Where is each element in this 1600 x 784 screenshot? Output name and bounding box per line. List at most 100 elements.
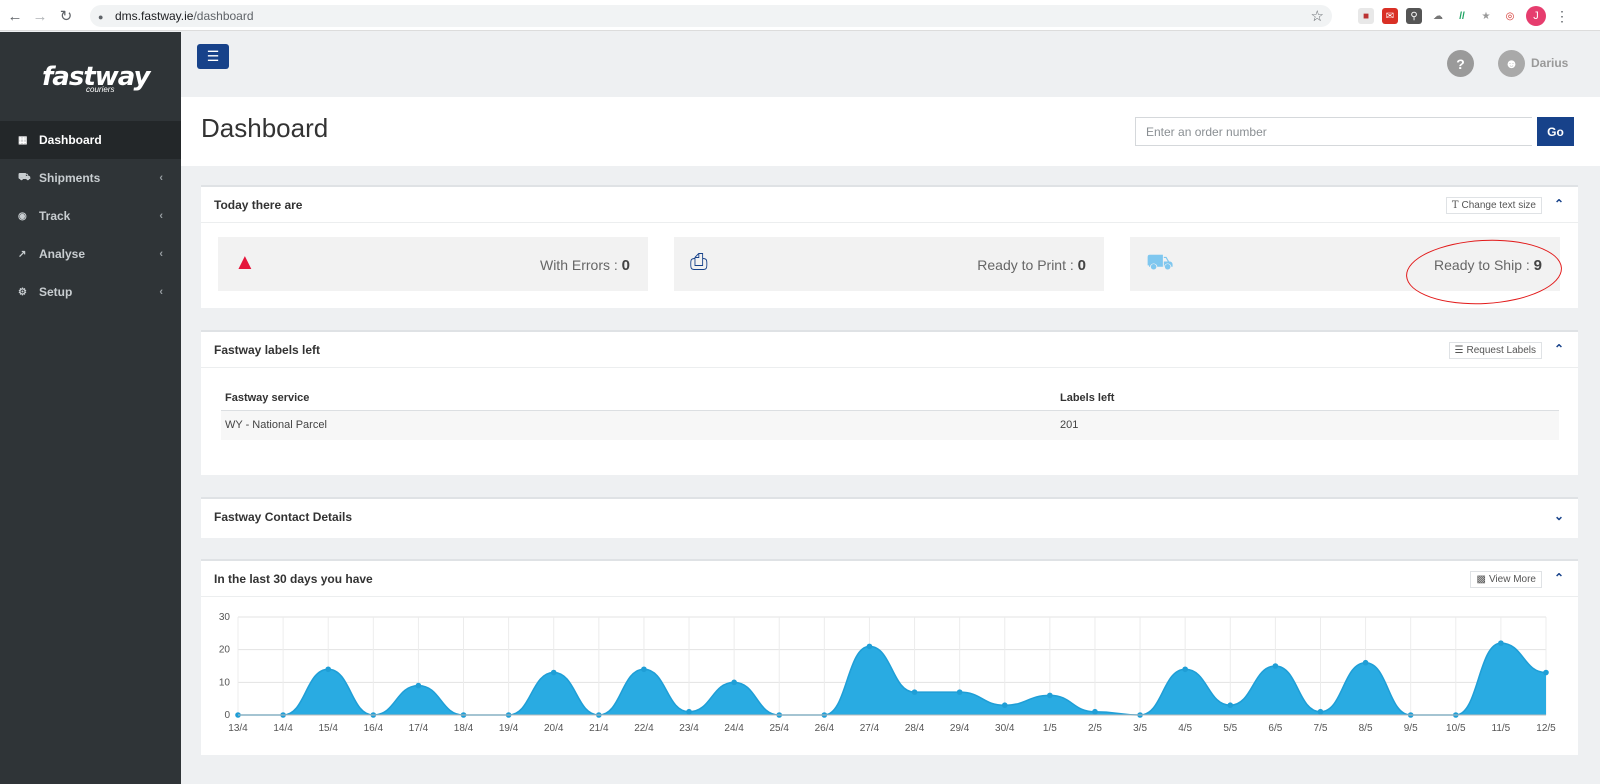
x-tick-label: 3/5	[1133, 723, 1147, 734]
expand-chevron-icon[interactable]: ⌄	[1554, 509, 1564, 523]
user-avatar[interactable]: ☻	[1498, 50, 1525, 77]
sidebar-item-shipments[interactable]: ⛟ Shipments ‹	[0, 159, 181, 197]
data-point	[1047, 692, 1053, 699]
dashboard-icon: ▦	[18, 134, 28, 146]
x-tick-label: 14/4	[273, 723, 293, 734]
cloud-extension-icon[interactable]: ☁	[1430, 8, 1446, 24]
x-tick-label: 5/5	[1223, 723, 1237, 734]
data-point	[1272, 663, 1279, 669]
user-name[interactable]: Darius	[1531, 56, 1568, 70]
go-button[interactable]: Go	[1537, 117, 1574, 146]
profile-avatar[interactable]: J	[1526, 6, 1546, 26]
today-panel: Today there are T Change text size ⌃ ▲ W…	[201, 185, 1578, 308]
data-point	[1362, 659, 1369, 666]
x-tick-label: 18/4	[454, 723, 474, 734]
data-point	[956, 689, 963, 695]
x-tick-label: 9/5	[1404, 723, 1418, 734]
x-tick-label: 20/4	[544, 723, 564, 734]
column-header: Fastway service	[221, 386, 1056, 411]
y-tick-label: 30	[219, 612, 231, 623]
data-point	[686, 708, 692, 715]
stat-value: 0	[621, 257, 630, 274]
user-icon: ☻	[1504, 56, 1519, 71]
chevron-left-icon: ‹	[159, 210, 163, 222]
sidebar-item-label: Track	[39, 209, 71, 223]
stat-label-text: Ready to Print :	[977, 257, 1074, 273]
gear-icon: ⚙	[18, 286, 27, 298]
url-path: /dashboard	[193, 9, 254, 23]
x-tick-label: 16/4	[364, 723, 384, 734]
labels-left-cell: 201	[1056, 410, 1559, 440]
sidebar-item-dashboard[interactable]: ▦ Dashboard	[0, 121, 181, 159]
table-header-row: Fastway service Labels left	[221, 386, 1559, 411]
collapse-chevron-icon[interactable]: ⌃	[1554, 197, 1564, 211]
collapse-chevron-icon[interactable]: ⌃	[1554, 571, 1564, 585]
mail-extension-icon[interactable]: ✉	[1382, 8, 1398, 24]
x-tick-label: 1/5	[1043, 723, 1057, 734]
series-area	[238, 643, 1546, 715]
data-point	[1317, 708, 1324, 715]
menu-toggle-button[interactable]: ☰	[197, 44, 229, 69]
address-bar[interactable]: ● dms.fastway.ie/dashboard ☆	[90, 5, 1332, 27]
panel-title: Fastway Contact Details	[214, 510, 353, 524]
x-tick-label: 10/5	[1446, 723, 1466, 734]
data-point	[1498, 640, 1504, 646]
stat-ready-to-print[interactable]: ⎙ Ready to Print : 0	[674, 237, 1104, 291]
x-tick-label: 25/4	[770, 723, 790, 734]
view-more-button[interactable]: ▩ View More	[1470, 571, 1542, 588]
data-point	[325, 666, 332, 673]
x-tick-label: 7/5	[1314, 723, 1328, 734]
view-more-label: View More	[1488, 574, 1536, 585]
x-tick-label: 30/4	[995, 723, 1015, 734]
y-tick-label: 20	[219, 645, 231, 656]
panel-header: Fastway labels left ☰ Request Labels ⌃	[201, 332, 1578, 368]
pdf-extension-icon[interactable]: ■	[1358, 8, 1374, 24]
order-number-input[interactable]	[1135, 117, 1532, 146]
help-button[interactable]: ?	[1447, 50, 1474, 77]
panel-header: Today there are T Change text size ⌃	[201, 187, 1578, 223]
sidebar-item-analyse[interactable]: ↗ Analyse ‹	[0, 235, 181, 273]
x-tick-label: 23/4	[679, 723, 699, 734]
star-extension-icon[interactable]: ★	[1478, 8, 1494, 24]
fastway-logo-subtitle: couriers	[86, 85, 115, 94]
sidebar-item-label: Setup	[39, 285, 73, 299]
x-tick-label: 22/4	[634, 723, 654, 734]
browser-toolbar: ← → ↻ ● dms.fastway.ie/dashboard ☆ ■ ✉ ⚲…	[0, 0, 1600, 31]
stat-errors[interactable]: ▲ With Errors : 0	[218, 237, 648, 291]
sidebar-item-label: Shipments	[39, 171, 101, 185]
collapse-chevron-icon[interactable]: ⌃	[1554, 342, 1564, 356]
request-labels-button[interactable]: ☰ Request Labels	[1448, 342, 1542, 359]
browser-menu-icon[interactable]: ⋮	[1554, 8, 1570, 24]
contact-details-panel: Fastway Contact Details ⌄	[201, 497, 1578, 538]
x-tick-label: 13/4	[228, 723, 248, 734]
stripes-extension-icon[interactable]: //	[1454, 8, 1470, 24]
line-chart-icon: ↗	[18, 248, 27, 260]
x-tick-label: 24/4	[724, 723, 744, 734]
reload-icon[interactable]: ↻	[53, 3, 79, 29]
forward-icon[interactable]: →	[27, 3, 53, 29]
barcode-icon: ☰	[1454, 345, 1464, 356]
panel-header[interactable]: Fastway Contact Details ⌄	[201, 499, 1578, 535]
x-tick-label: 2/5	[1088, 723, 1102, 734]
x-tick-label: 21/4	[589, 723, 609, 734]
back-icon[interactable]: ←	[2, 3, 28, 29]
y-tick-label: 10	[219, 677, 231, 688]
stat-label: Ready to Print : 0	[977, 257, 1086, 274]
sidebar-item-label: Analyse	[39, 247, 86, 261]
sidebar-item-setup[interactable]: ⚙ Setup ‹	[0, 273, 181, 311]
labels-table: Fastway service Labels left WY - Nationa…	[221, 386, 1559, 440]
sidebar-item-track[interactable]: ◉ Track ‹	[0, 197, 181, 235]
hamburger-icon: ☰	[206, 48, 220, 64]
panel-title: Fastway labels left	[214, 343, 321, 357]
data-point	[1092, 708, 1098, 715]
bookmark-star-icon[interactable]: ☆	[1311, 7, 1324, 25]
activity-area-chart: 0 10 20 30 13/4 14/4 15/4 16/4 17/4 18/4 19/4 20/4 2…	[219, 612, 1556, 734]
printer-icon: ⎙	[690, 249, 708, 274]
data-point	[911, 689, 918, 695]
x-tick-label: 6/5	[1268, 723, 1282, 734]
lastpass-extension-icon[interactable]: ◎	[1502, 8, 1518, 24]
search-extension-icon[interactable]: ⚲	[1406, 8, 1422, 24]
change-text-size-button[interactable]: T Change text size	[1445, 197, 1542, 214]
panel-title: In the last 30 days you have	[214, 572, 373, 586]
data-point	[1543, 669, 1549, 676]
